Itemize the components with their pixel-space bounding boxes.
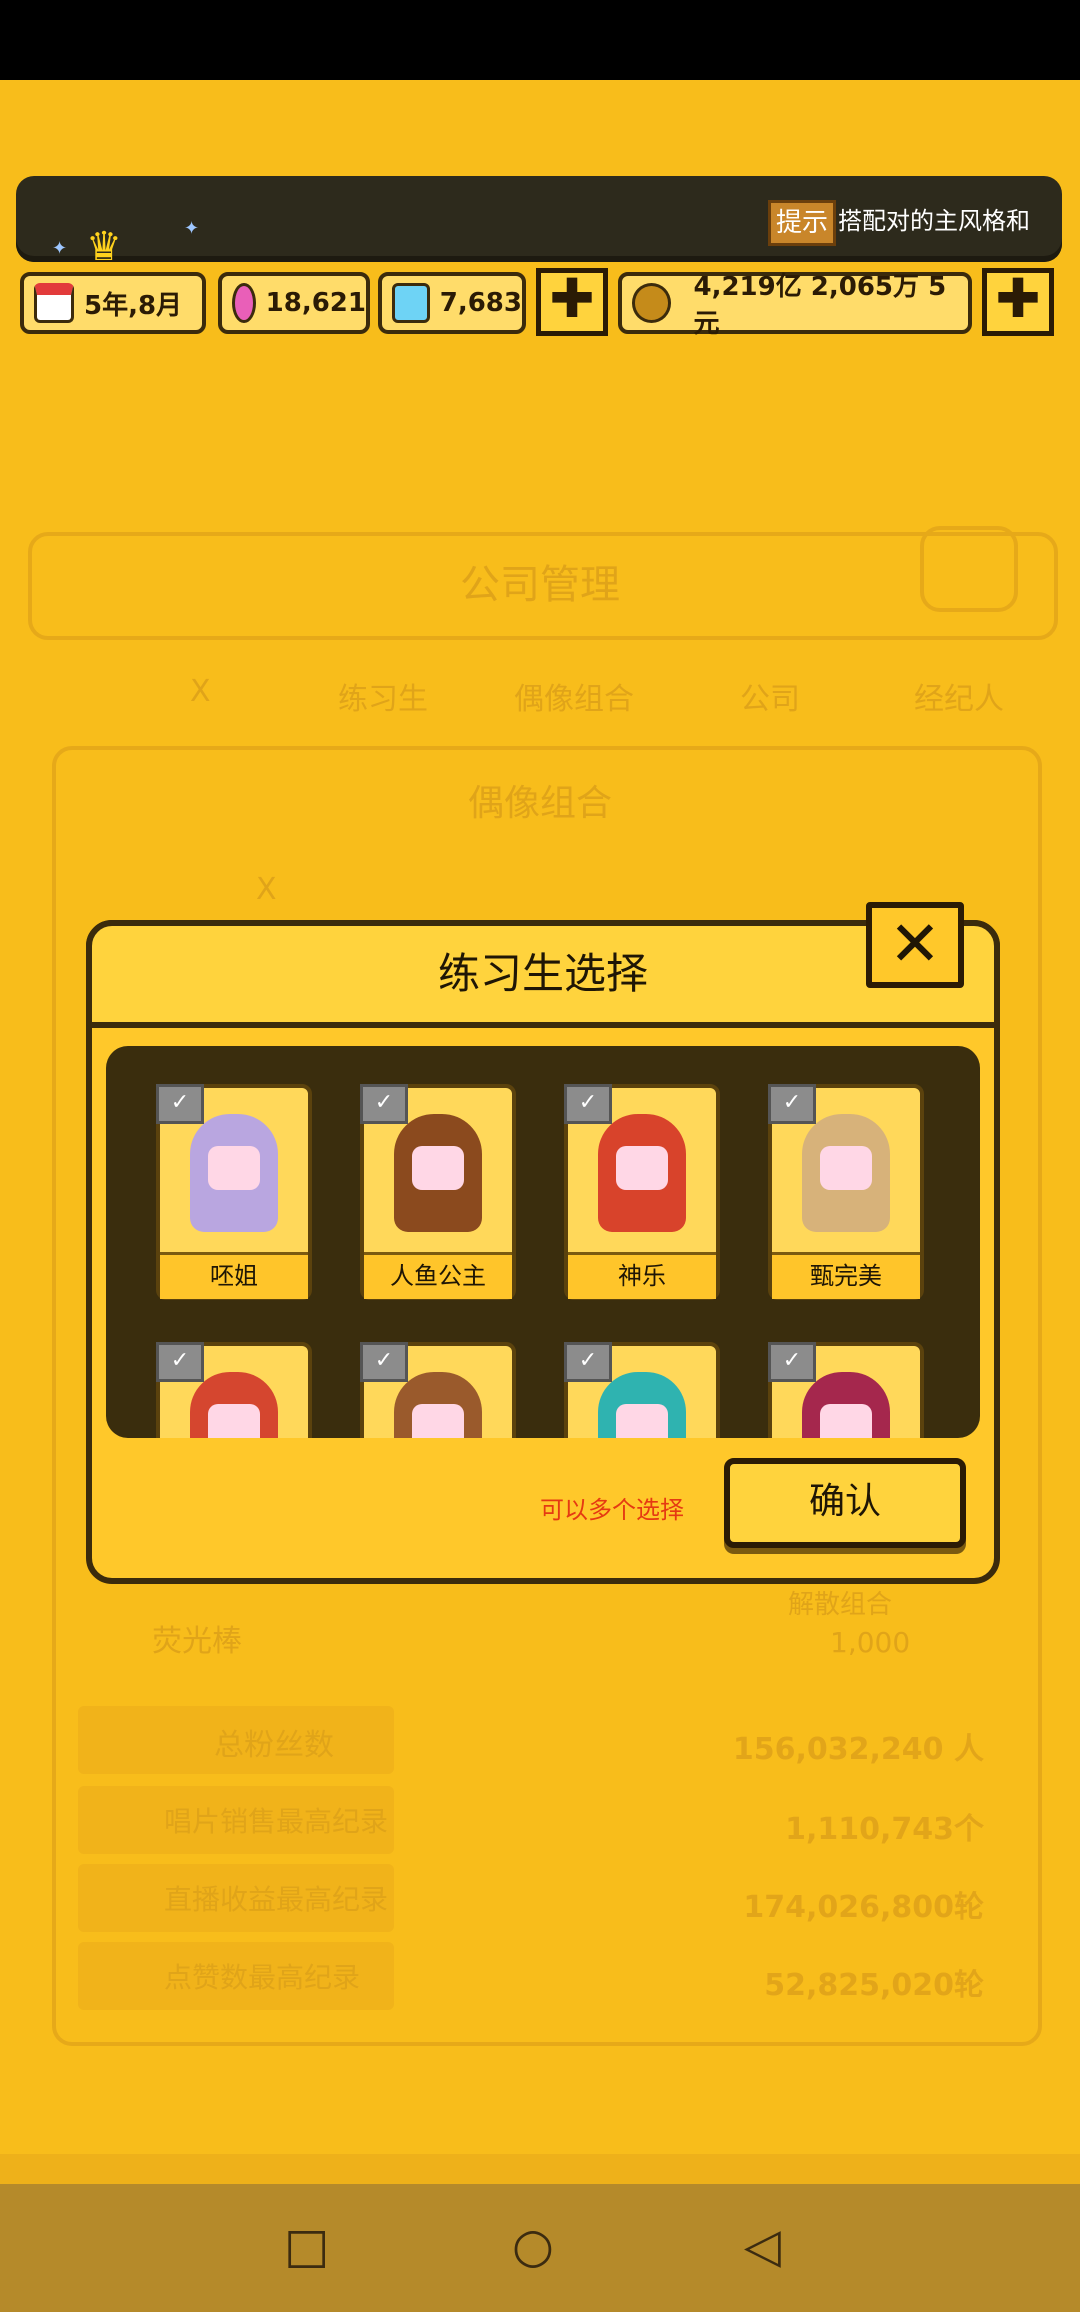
checkbox-icon[interactable]: ✓ <box>360 1342 408 1382</box>
checkbox-icon[interactable]: ✓ <box>156 1342 204 1382</box>
pink-gem-value: 18,621 <box>265 288 366 318</box>
money-value: 4,219亿 2,065万 5元 <box>693 272 947 339</box>
bg-tab: 偶像组合 <box>514 682 634 717</box>
trainee-name: 神乐 <box>568 1252 716 1299</box>
close-button[interactable]: ✕ <box>866 902 964 988</box>
trainee-card[interactable]: ✓ <box>156 1342 312 1438</box>
bg-tab: 公司 <box>740 682 800 717</box>
bg-close-icon <box>920 526 1018 612</box>
home-icon[interactable]: ○ <box>512 2218 554 2274</box>
bg-stat-label: 直播收益最高纪录 <box>164 1883 389 1916</box>
calendar-icon <box>34 283 74 323</box>
checkbox-icon[interactable]: ✓ <box>564 1342 612 1382</box>
bg-tab: X <box>190 674 211 709</box>
bg-stat-value: 1,110,743个 <box>785 1812 984 1847</box>
checkbox-icon[interactable]: ✓ <box>768 1342 816 1382</box>
trainee-card[interactable]: ✓ <box>768 1342 924 1438</box>
bg-stat-label: 唱片销售最高纪录 <box>164 1805 389 1838</box>
trainee-card[interactable]: 人鱼公主 ✓ <box>360 1084 516 1300</box>
blue-gem-value: 7,683 <box>439 288 522 318</box>
status-bar <box>0 0 1080 80</box>
bg-section-title: 偶像组合 <box>467 783 612 824</box>
trainee-name: 人鱼公主 <box>364 1252 512 1299</box>
money-pill: 4,219亿 2,065万 5元 <box>618 272 972 339</box>
coin-icon <box>632 283 672 323</box>
modal-title: 练习生选择 <box>437 949 648 998</box>
bg-lightstick: 荧光棒 <box>152 1624 242 1659</box>
pink-gem-icon <box>232 283 256 323</box>
bg-stat-value: 156,032,240 人 <box>732 1732 984 1767</box>
trainee-card[interactable]: 甄完美 ✓ <box>768 1084 924 1300</box>
trainee-card[interactable]: 呸姐 ✓ <box>156 1084 312 1300</box>
sparkle-icon: ✦ <box>184 218 200 239</box>
trainee-name: 甄完美 <box>772 1252 920 1299</box>
back-icon[interactable]: ◁ <box>744 2218 781 2274</box>
bg-disband-label: 解散组合 <box>788 1590 893 1620</box>
bg-tab: 经纪人 <box>914 682 1004 717</box>
checkbox-icon[interactable]: ✓ <box>156 1084 204 1124</box>
buy-money-button[interactable]: ✚ <box>982 268 1054 336</box>
trainee-card[interactable]: ✓ <box>564 1342 720 1438</box>
confirm-button[interactable]: 确认 <box>724 1458 966 1548</box>
date-pill: 5年,8月 <box>20 272 206 334</box>
checkbox-icon[interactable]: ✓ <box>768 1084 816 1124</box>
buy-gems-button[interactable]: ✚ <box>536 268 608 336</box>
pink-gem-pill: 18,621 <box>218 272 370 334</box>
blue-gem-pill: 7,683 <box>378 272 526 334</box>
blue-gem-icon <box>392 283 430 323</box>
bg-stat-value: 52,825,020轮 <box>764 1968 984 2003</box>
hint-tag: 提示 <box>768 200 836 246</box>
trainee-card[interactable]: ✓ <box>360 1342 516 1438</box>
bg-panel-title: 公司管理 <box>460 562 620 608</box>
checkbox-icon[interactable]: ✓ <box>564 1084 612 1124</box>
trainee-grid: 呸姐 ✓ 人鱼公主 ✓ 神乐 ✓ 甄完美 ✓ ✓ ✓ ✓ ✓ <box>106 1046 980 1438</box>
recent-apps-icon[interactable]: □ <box>284 2218 329 2274</box>
bg-disband-cost: 1,000 <box>830 1626 911 1659</box>
sparkle-icon: ✦ <box>52 238 68 259</box>
checkbox-icon[interactable]: ✓ <box>360 1084 408 1124</box>
date-value: 5年,8月 <box>84 290 183 321</box>
bg-stat-value: 174,026,800轮 <box>743 1890 984 1925</box>
multi-select-hint: 可以多个选择 <box>540 1496 684 1524</box>
bg-tab: 练习生 <box>338 682 428 717</box>
bg-stat-label: 总粉丝数 <box>214 1728 334 1763</box>
crown-icon: ♛ <box>86 224 122 270</box>
bg-stat-label: 点赞数最高纪录 <box>164 1961 361 1994</box>
trainee-name: 呸姐 <box>160 1252 308 1299</box>
hint-text: 搭配对的主风格和 <box>838 207 1030 235</box>
bg-subtab: X <box>256 872 277 907</box>
trainee-card[interactable]: 神乐 ✓ <box>564 1084 720 1300</box>
